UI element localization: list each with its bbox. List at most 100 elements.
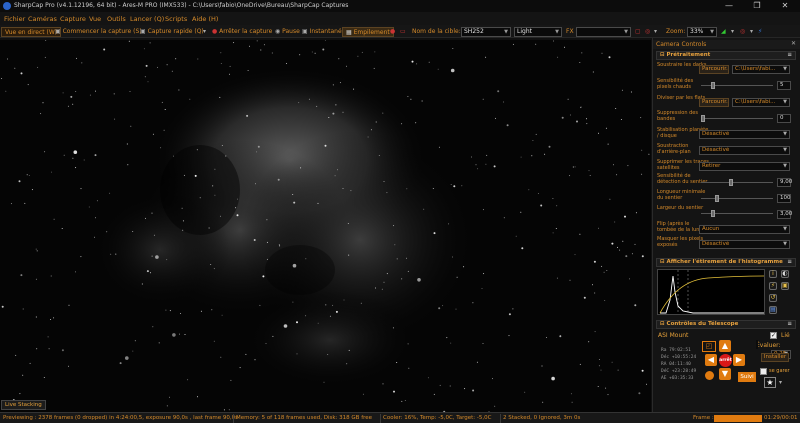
flip-value: Aucun [702,226,720,232]
target-name-input[interactable]: SH252 ▼ [461,27,511,37]
readout-line: AE +03:35:33 [661,376,694,381]
histogram-chart[interactable] [657,269,765,315]
reset-icon[interactable]: ↺ [769,294,777,302]
section-options-icon[interactable]: ≡ [787,259,792,266]
menu-help[interactable]: Aide (H) [192,15,218,23]
focus-icon[interactable]: ◎ [740,27,745,37]
menu-tools[interactable]: Outils [107,15,126,23]
menu-launch[interactable]: Lancer (Q) [130,15,164,23]
menu-cameras[interactable]: Caméras [28,15,57,23]
min-length-value[interactable]: 100 [777,194,791,203]
darks-path-value: C:\Users\fabi... [735,66,776,72]
preprocessing-header[interactable]: ⊟ Prétraitement ≡ [656,51,796,60]
spiral-search-icon[interactable]: ◰ [702,341,716,352]
readout-line: RA 04:11:40 [661,362,691,367]
square-reticle-icon[interactable]: ▢ [635,27,641,37]
dropdown-arrow-icon: ▼ [710,29,714,35]
browse-darks-button[interactable]: Parcourir... [699,65,729,74]
info-icon[interactable]: i [769,270,777,278]
satellite-select[interactable]: Retirer ▼ [699,162,790,171]
telescope-header[interactable]: ⊟ Contrôles du Télescope ≡ [656,320,796,329]
pause-button[interactable]: ◉ Pause [275,27,300,37]
close-button[interactable]: ✕ [774,0,796,12]
menu-view[interactable]: Vue [89,15,101,23]
live-view-button[interactable]: Vue en direct (W) [1,27,62,37]
frame-progress-fill [714,415,762,422]
move-west-button[interactable]: ◀ [705,354,717,366]
browse-flats-button[interactable]: Parcourir... [699,98,729,107]
zoom-select[interactable]: 33% ▼ [687,27,717,37]
section-options-icon[interactable]: ≡ [787,321,792,328]
image-viewer[interactable] [0,40,651,412]
start-capture-button[interactable]: ▣ Commencer la capture (S) [55,27,142,37]
quick-capture-label: Capture rapide (Q) [147,28,204,35]
link-checkbox[interactable]: ✓ [770,332,777,339]
install-button[interactable]: Installer [761,353,789,362]
save-icon[interactable]: ▤ [769,306,777,314]
histogram-dropdown-icon[interactable]: ▾ [731,27,734,37]
contrast-icon[interactable]: ◐ [781,270,789,278]
histogram-icon[interactable]: ◢ [721,27,726,37]
circle-reticle-icon[interactable]: ◎ [645,27,650,37]
banding-value[interactable]: 0 [777,114,791,123]
move-north-button[interactable]: ▲ [719,340,731,352]
quick-capture-button[interactable]: ▣ Capture rapide (Q) [140,27,204,37]
mask-select[interactable]: Désactivé ▼ [699,240,790,249]
menu-capture[interactable]: Capture [60,15,86,23]
stop-mount-button[interactable]: arrêt [719,354,732,367]
darks-path-select[interactable]: C:\Users\fabi... ▼ [732,65,790,74]
move-east-button[interactable]: ▶ [733,354,745,366]
lock-icon[interactable]: ▣ [781,282,789,290]
record-icon[interactable]: ● [390,27,395,37]
snapshot-button[interactable]: ▣ Instantané [302,27,342,37]
panel-close-icon[interactable]: ✕ [791,40,796,47]
star-goto-icon[interactable]: ★ [764,377,776,388]
reticle-icon[interactable]: ▭ [400,27,406,37]
quick-capture-dropdown-icon[interactable]: ▾ [203,27,206,37]
banding-slider[interactable] [701,118,773,119]
focus-dropdown-icon[interactable]: ▾ [750,27,753,37]
lightning-icon[interactable]: ⚡ [758,27,762,37]
move-south-button[interactable]: ▼ [719,368,731,380]
bg-subtraction-select[interactable]: Désactivé ▼ [699,146,790,155]
stop-capture-button[interactable]: ● Arrêter la capture [212,27,272,37]
menu-scripts[interactable]: Scripts [165,15,187,23]
hot-pixel-slider-thumb[interactable] [711,82,715,89]
frame-type-select[interactable]: Light ▼ [514,27,562,37]
readout-line: Ra 79:02:51 [661,348,691,353]
histogram-title: Afficher l'étirement de l'histogramme [666,259,783,265]
minimize-button[interactable]: — [718,0,740,12]
fx-select[interactable]: ▼ [576,27,631,37]
lightning-stretch-icon[interactable]: ⚡ [769,282,777,290]
park-checkbox[interactable] [760,368,767,375]
home-icon[interactable] [705,371,714,380]
min-length-slider-thumb[interactable] [715,195,719,202]
stabilization-select[interactable]: Désactivé ▼ [699,130,790,139]
flip-select[interactable]: Aucun ▼ [699,225,790,234]
maximize-button[interactable]: ❐ [746,0,768,12]
banding-slider-thumb[interactable] [701,115,705,122]
menu-file[interactable]: Fichier [4,15,25,23]
min-length-slider[interactable] [701,198,773,199]
zoom-label: Zoom: [666,28,686,35]
live-stacking-tab[interactable]: Live Stacking [1,400,46,410]
dropdown-arrow-icon: ▼ [555,29,559,35]
section-options-icon[interactable]: ≡ [787,52,792,59]
hot-pixel-value[interactable]: 5 [777,81,791,90]
detection-slider[interactable] [701,182,773,183]
detection-value[interactable]: 9,00 [777,178,792,187]
width-slider-thumb[interactable] [711,210,715,217]
dropdown-arrow-icon: ▼ [783,147,787,153]
follow-button[interactable]: Suivi [738,372,756,382]
stacking-button[interactable]: ▦ Empilement [342,27,394,37]
histogram-header[interactable]: ⊟ Afficher l'étirement de l'histogramme … [656,258,796,267]
target-name-value: SH252 [464,28,484,35]
dropdown-arrow-icon: ▼ [783,163,787,169]
reticle-dropdown-icon[interactable]: ▾ [654,27,657,37]
snapshot-icon: ▣ [302,28,310,35]
detection-slider-thumb[interactable] [729,179,733,186]
flats-path-select[interactable]: C:\Users\fabi... ▼ [732,98,790,107]
star-dropdown-icon[interactable]: ▾ [779,379,782,386]
readout-line: DéC +23:28:49 [661,369,697,374]
width-value[interactable]: 3,00 [777,210,792,219]
